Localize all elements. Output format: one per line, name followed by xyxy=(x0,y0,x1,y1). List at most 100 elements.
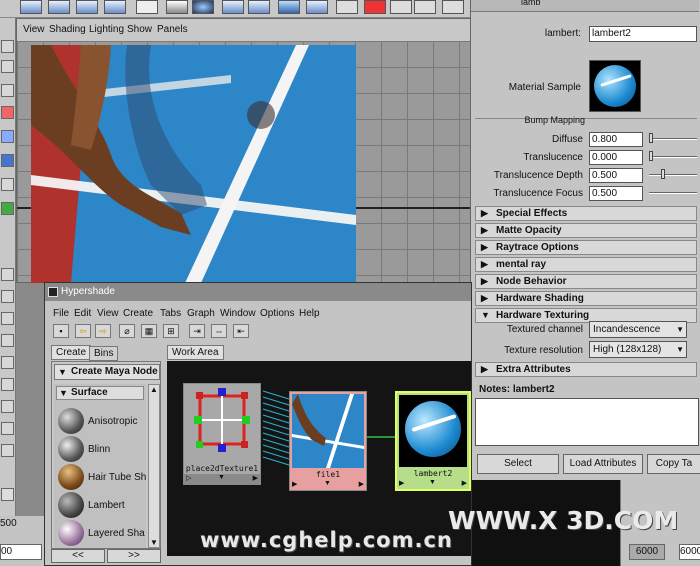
toolbar-icon[interactable] xyxy=(278,0,300,14)
manipulator-icon[interactable] xyxy=(1,154,14,167)
output-icon[interactable]: ⇤ xyxy=(233,324,249,338)
input-icon[interactable]: ⇥ xyxy=(189,324,205,338)
translucence-slider[interactable] xyxy=(649,151,697,161)
file-node[interactable]: file1 ▶ ▼ ▶ xyxy=(289,391,367,491)
tab-work-area[interactable]: Work Area xyxy=(167,345,224,360)
toolbar-icon[interactable] xyxy=(248,0,270,14)
translucence-depth-slider-knob[interactable] xyxy=(661,169,665,179)
lambert-ball-icon[interactable] xyxy=(58,492,84,518)
port-icon[interactable]: ▶ xyxy=(253,474,258,482)
scroll-down-icon[interactable]: ▼ xyxy=(150,538,158,547)
translucence-depth-field[interactable]: 0.500 xyxy=(589,168,643,183)
toolbar-icon[interactable] xyxy=(222,0,244,14)
tab-bins[interactable]: Bins xyxy=(89,346,119,361)
layout-icon[interactable] xyxy=(1,312,14,325)
menu-shading[interactable]: Shading xyxy=(49,24,86,35)
layout-icon[interactable] xyxy=(1,444,14,457)
arrow-left-icon[interactable]: ⇦ xyxy=(75,324,91,338)
lasso-tool-icon[interactable] xyxy=(1,60,14,73)
nav-prev-button[interactable]: << xyxy=(51,549,105,563)
port-icon[interactable]: ▷ xyxy=(186,474,191,482)
layout-icon[interactable] xyxy=(1,268,14,281)
translucence-focus-field[interactable]: 0.500 xyxy=(589,186,643,201)
port-icon[interactable]: ▶ xyxy=(359,480,364,488)
section-node-behavior[interactable]: ▶ Node Behavior xyxy=(475,274,697,289)
menu-view[interactable]: View xyxy=(23,24,45,35)
layered-ball-icon[interactable] xyxy=(58,520,84,546)
end-time-field[interactable]: 6000 xyxy=(629,544,665,560)
menu-lighting[interactable]: Lighting xyxy=(89,24,124,35)
toolbar-icon[interactable] xyxy=(306,0,328,14)
start-time-field[interactable]: 500 xyxy=(0,518,17,532)
shader-layered[interactable]: Layered Sha xyxy=(88,528,145,539)
blinn-ball-icon[interactable] xyxy=(58,436,84,462)
io-icon[interactable]: ⇔ xyxy=(211,324,227,338)
toolbar-icon[interactable] xyxy=(76,0,98,14)
translucence-slider-knob[interactable] xyxy=(649,151,653,161)
toolbar-icon[interactable] xyxy=(364,0,386,14)
shader-hair-tube[interactable]: Hair Tube Sh xyxy=(88,472,146,483)
material-name-field[interactable]: lambert2 xyxy=(589,26,697,42)
port-icon[interactable]: ▶ xyxy=(399,479,404,487)
expand-node-icon[interactable]: ▼ xyxy=(429,479,436,486)
menu-edit[interactable]: Edit xyxy=(74,308,91,319)
toolbar-icon[interactable] xyxy=(414,0,436,14)
load-attributes-button[interactable]: Load Attributes xyxy=(563,454,643,474)
menu-panels[interactable]: Panels xyxy=(157,24,188,35)
section-extra-attributes[interactable]: ▶ Extra Attributes xyxy=(475,362,697,377)
anisotropic-ball-icon[interactable] xyxy=(58,408,84,434)
toolbar-icon[interactable] xyxy=(192,0,214,14)
toolbar-icon[interactable] xyxy=(336,0,358,14)
port-icon[interactable]: ▶ xyxy=(462,479,467,487)
toolbar-icon[interactable] xyxy=(390,0,412,14)
section-matte-opacity[interactable]: ▶ Matte Opacity xyxy=(475,223,697,238)
range-end-field[interactable]: 6000 xyxy=(679,544,700,560)
range-start-field[interactable]: 00 xyxy=(0,544,42,560)
expand-node-icon[interactable]: ▼ xyxy=(324,480,331,487)
expand-node-icon[interactable]: ▼ xyxy=(218,474,225,481)
toolbar-icon[interactable] xyxy=(20,0,42,14)
graph-icon[interactable]: ▪ xyxy=(53,324,69,338)
menu-show[interactable]: Show xyxy=(127,24,152,35)
rotate-tool-icon[interactable] xyxy=(1,106,14,119)
nav-next-button[interactable]: >> xyxy=(107,549,161,563)
section-hardware-shading[interactable]: ▶ Hardware Shading xyxy=(475,291,697,306)
work-area-graph[interactable]: place2dTexture1 ▷ ▼ ▶ file1 ▶ ▼ ▶ lambert2 xyxy=(167,361,471,556)
surface-header[interactable]: ▼ Surface xyxy=(56,386,144,400)
port-icon[interactable]: ▶ xyxy=(292,480,297,488)
texture-plane-image[interactable] xyxy=(31,45,356,283)
diffuse-field[interactable]: 0.800 xyxy=(589,132,643,147)
tool-icon[interactable] xyxy=(1,178,14,191)
textured-channel-dropdown[interactable]: Incandescence ▼ xyxy=(589,321,687,338)
diffuse-slider-knob[interactable] xyxy=(649,133,653,143)
toolbar-icon[interactable] xyxy=(104,0,126,14)
scroll-up-icon[interactable]: ▲ xyxy=(150,385,158,394)
layout-icon[interactable] xyxy=(1,334,14,347)
section-special-effects[interactable]: ▶ Special Effects xyxy=(475,206,697,221)
eraser-icon[interactable]: ⌀ xyxy=(119,324,135,338)
lambert-node[interactable]: lambert2 ▶ ▼ ▶ xyxy=(395,391,471,491)
layout-icon[interactable] xyxy=(1,356,14,369)
toolbar-icon[interactable] xyxy=(48,0,70,14)
translucence-depth-slider[interactable] xyxy=(649,169,697,179)
layout-icon[interactable] xyxy=(1,422,14,435)
arrow-right-icon[interactable]: ⇨ xyxy=(95,324,111,338)
select-button[interactable]: Select xyxy=(477,454,559,474)
layout-icon[interactable] xyxy=(1,290,14,303)
menu-help[interactable]: Help xyxy=(299,308,320,319)
layout-icon[interactable] xyxy=(1,400,14,413)
connections-icon[interactable]: ⊞ xyxy=(163,324,179,338)
tool-icon[interactable] xyxy=(1,202,14,215)
scale-tool-icon[interactable] xyxy=(1,130,14,143)
layout-icon[interactable] xyxy=(1,378,14,391)
menu-file[interactable]: File xyxy=(53,308,69,319)
grid-icon[interactable]: ▦ xyxy=(141,324,157,338)
translucence-field[interactable]: 0.000 xyxy=(589,150,643,165)
menu-graph[interactable]: Graph xyxy=(187,308,215,319)
menu-window[interactable]: Window xyxy=(220,308,256,319)
select-tool-icon[interactable] xyxy=(1,40,14,53)
texture-resolution-dropdown[interactable]: High (128x128) ▼ xyxy=(589,341,687,358)
shader-lambert[interactable]: Lambert xyxy=(88,500,125,511)
toolbar-icon[interactable] xyxy=(442,0,464,14)
menu-tabs[interactable]: Tabs xyxy=(160,308,181,319)
